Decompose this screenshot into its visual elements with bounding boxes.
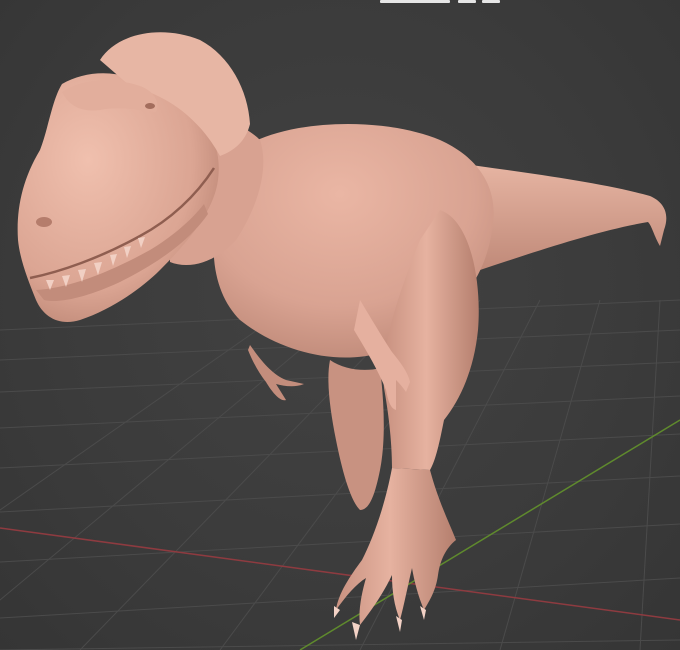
trex-model[interactable] — [17, 32, 667, 640]
3d-viewport[interactable] — [0, 0, 680, 650]
viewport-canvas — [0, 32, 680, 650]
eye — [145, 103, 155, 109]
nostril — [36, 217, 52, 227]
x-axis-line — [0, 527, 680, 621]
far-leg — [328, 360, 384, 510]
